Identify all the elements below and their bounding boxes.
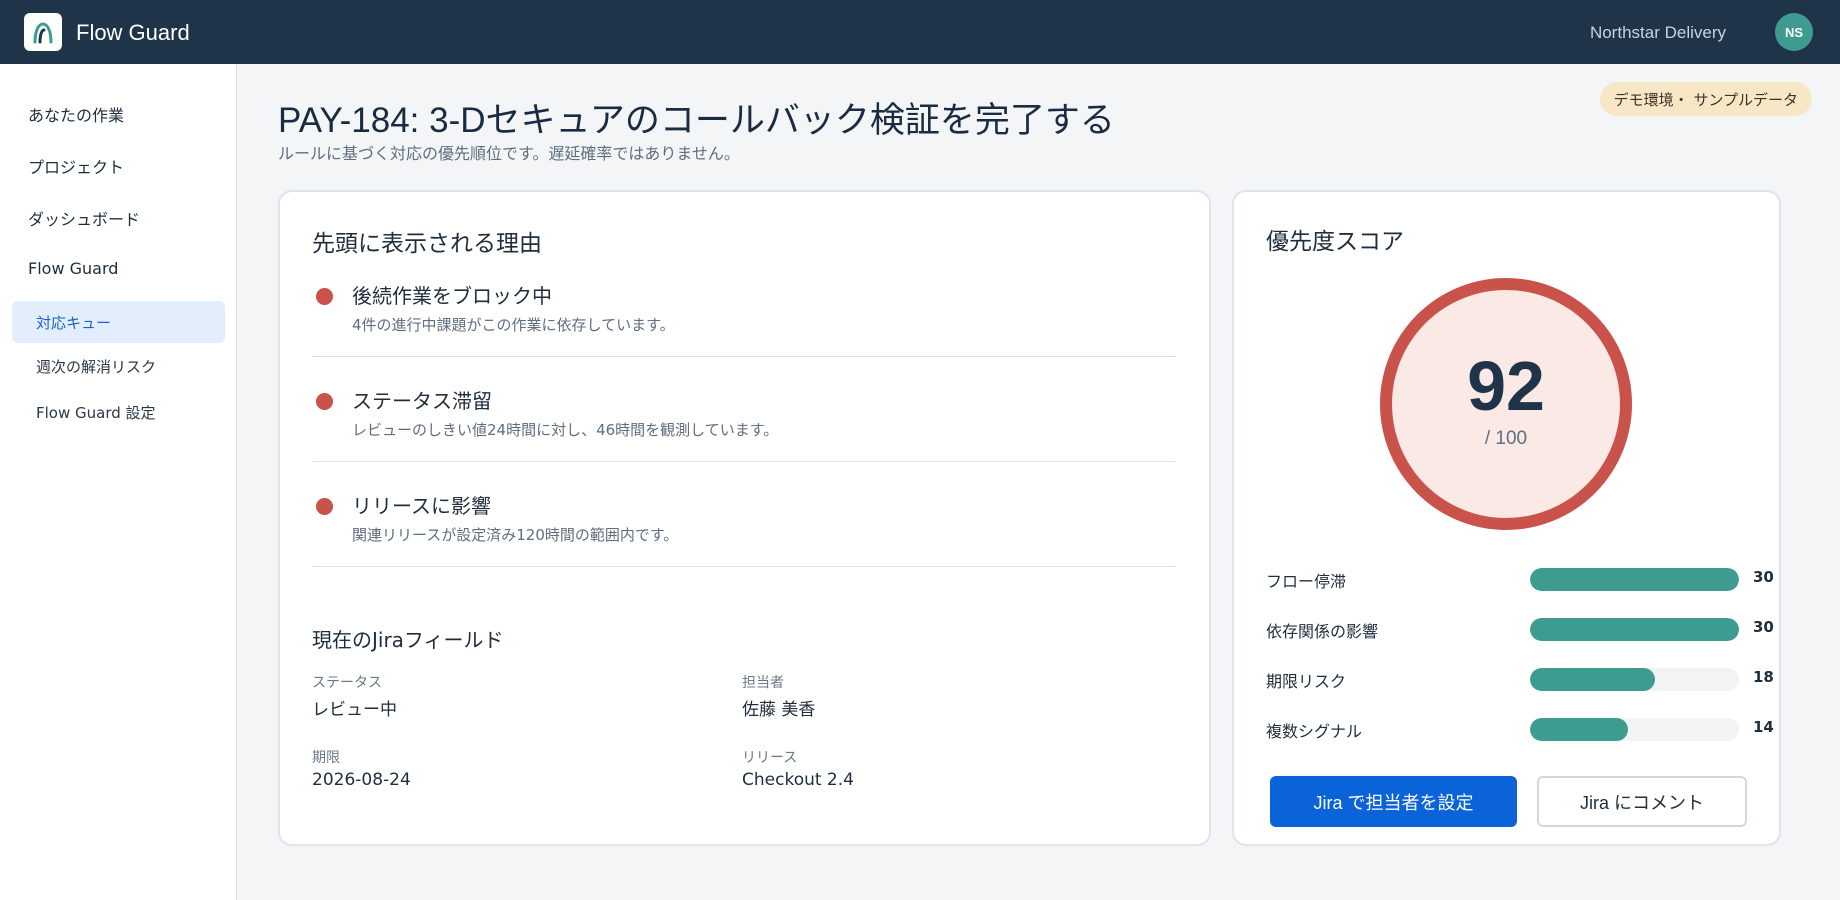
factor-value: 14 [1753, 718, 1774, 736]
assignee-value: 佐藤 美香 [742, 700, 816, 720]
factor-value: 30 [1753, 618, 1774, 636]
score-max: / 100 [1484, 428, 1528, 449]
factor-row: 期限リスク 18 [1266, 664, 1774, 694]
reason-title: リリースに影響 [352, 494, 491, 518]
reason-description: レビューのしきい値24時間に対し、46時間を観測しています。 [352, 421, 779, 439]
app-logo[interactable] [24, 13, 62, 51]
jira-fields-heading: 現在のJiraフィールド [312, 628, 504, 652]
factor-fill [1530, 718, 1629, 741]
factor-label: 複数シグナル [1266, 722, 1363, 741]
factor-label: 期限リスク [1266, 672, 1347, 691]
factor-fill [1530, 668, 1656, 691]
user-avatar[interactable]: NS [1775, 13, 1813, 51]
reason-description: 4件の進行中課題がこの作業に依存しています。 [352, 316, 675, 334]
org-switcher[interactable]: Northstar Delivery [1590, 23, 1726, 43]
factor-bar [1530, 568, 1739, 591]
sidebar-subitem-weekly-risk[interactable]: 週次の解消リスク [36, 356, 156, 377]
reasons-card: 先頭に表示される理由 後続作業をブロック中 4件の進行中課題がこの作業に依存して… [278, 190, 1211, 846]
sidebar: あなたの作業 プロジェクト ダッシュボード Flow Guard 対応キュー 週… [0, 64, 237, 900]
score-gauge: 92 / 100 [1380, 278, 1632, 530]
status-value: レビュー中 [312, 700, 397, 720]
factor-row: 依存関係の影響 30 [1266, 614, 1774, 644]
reason-title: 後続作業をブロック中 [352, 284, 552, 308]
top-bar: Flow Guard Northstar Delivery NS [0, 0, 1840, 64]
sidebar-item-projects[interactable]: プロジェクト [28, 154, 124, 178]
factor-fill [1530, 568, 1739, 591]
factor-fill [1530, 618, 1739, 641]
score-value: 92 [1467, 347, 1545, 425]
page-subtitle: ルールに基づく対応の優先順位です。遅延確率ではありません。 [278, 144, 740, 163]
demo-badge: デモ環境・ サンプルデータ [1599, 82, 1812, 116]
factor-value: 18 [1753, 668, 1774, 686]
comment-button[interactable]: Jira にコメント [1537, 776, 1747, 827]
factor-row: フロー停滞 30 [1266, 564, 1774, 594]
divider [312, 356, 1176, 357]
page-title: PAY-184: 3-Dセキュアのコールバック検証を完了する [278, 101, 1115, 140]
alert-dot-icon [316, 393, 333, 410]
factor-value: 30 [1753, 568, 1774, 586]
factor-label: 依存関係の影響 [1266, 622, 1379, 641]
factor-row: 複数シグナル 14 [1266, 714, 1774, 744]
factor-label: フロー停滞 [1266, 572, 1347, 591]
sidebar-subitem-queue[interactable]: 対応キュー [12, 301, 225, 343]
divider [312, 566, 1176, 567]
app-title: Flow Guard [76, 20, 190, 45]
assignee-label: 担当者 [742, 675, 784, 691]
alert-dot-icon [316, 498, 333, 515]
flow-guard-logo-icon [33, 22, 53, 44]
release-label: リリース [742, 750, 798, 766]
factor-bar [1530, 618, 1739, 641]
reasons-heading: 先頭に表示される理由 [312, 231, 542, 257]
sidebar-item-dashboards[interactable]: ダッシュボード [28, 206, 140, 230]
reason-title: ステータス滞留 [352, 389, 492, 413]
status-label: ステータス [312, 675, 382, 691]
alert-dot-icon [316, 288, 333, 305]
release-value: Checkout 2.4 [742, 770, 854, 790]
divider [312, 461, 1176, 462]
due-label: 期限 [312, 750, 340, 766]
set-assignee-button[interactable]: Jira で担当者を設定 [1270, 776, 1517, 827]
sidebar-subitem-settings[interactable]: Flow Guard 設定 [36, 402, 156, 423]
reason-description: 関連リリースが設定済み120時間の範囲内です。 [352, 526, 679, 544]
due-value: 2026-08-24 [312, 770, 411, 790]
factor-bar [1530, 668, 1739, 691]
sidebar-item-flow-guard[interactable]: Flow Guard [28, 259, 118, 278]
sidebar-item-your-work[interactable]: あなたの作業 [28, 102, 124, 126]
factor-bar [1530, 718, 1739, 741]
score-card: 優先度スコア 92 / 100 フロー停滞 30 依存関係の影響 30 期限リス… [1232, 190, 1781, 846]
score-heading: 優先度スコア [1266, 229, 1404, 255]
sidebar-subitem-label: 対応キュー [36, 314, 112, 332]
